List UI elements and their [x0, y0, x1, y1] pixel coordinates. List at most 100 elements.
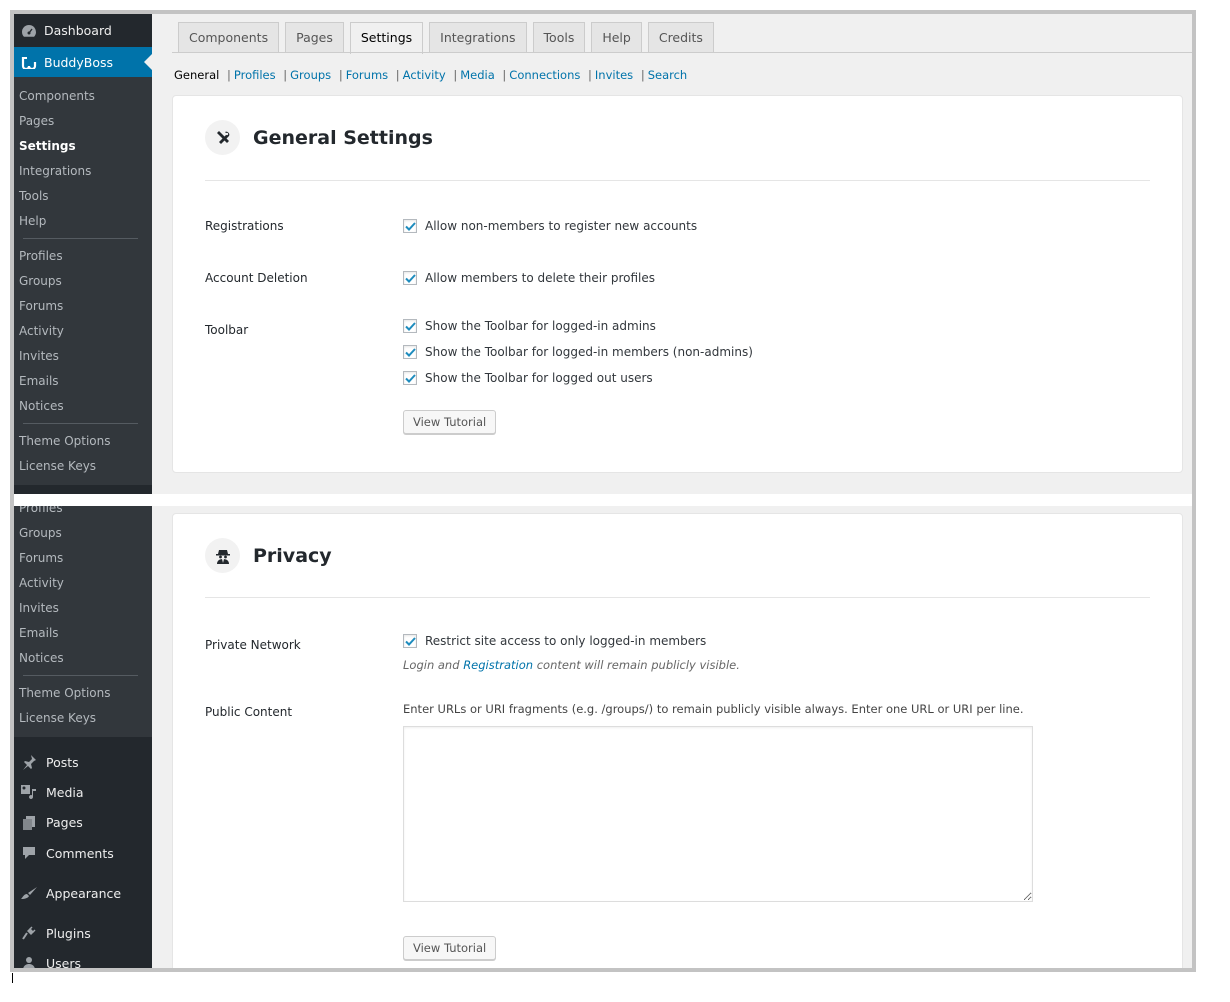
submenu-forums[interactable]: Forums: [18, 294, 152, 319]
submenu-license-keys[interactable]: License Keys: [18, 706, 152, 731]
toolbar-option-admins[interactable]: Show the Toolbar for logged-in admins: [403, 319, 656, 333]
menu-appearance[interactable]: Appearance: [14, 878, 152, 908]
main-menu: Posts Media Pages Comments Appearance Pl…: [14, 737, 152, 968]
tab-settings[interactable]: Settings: [349, 22, 424, 54]
view-tutorial-button[interactable]: View Tutorial: [403, 936, 497, 960]
menu-spacer: [14, 908, 152, 918]
submenu-profiles[interactable]: Profiles: [18, 506, 152, 521]
tab-pages[interactable]: Pages: [285, 22, 344, 53]
subnav-search[interactable]: Search: [648, 68, 688, 82]
menu-media[interactable]: Media: [14, 777, 152, 807]
submenu-activity[interactable]: Activity: [18, 319, 152, 344]
menu-comments[interactable]: Comments: [14, 838, 152, 868]
registrations-option-label: Allow non-members to register new accoun…: [425, 219, 698, 233]
subnav-invites[interactable]: Invites: [595, 68, 633, 82]
subnav-profiles[interactable]: Profiles: [234, 68, 276, 82]
submenu-notices[interactable]: Notices: [18, 394, 152, 419]
spy-icon: [205, 538, 240, 573]
submenu-profiles[interactable]: Profiles: [18, 244, 152, 269]
submenu-help[interactable]: Help: [18, 209, 152, 234]
submenu-components[interactable]: Components: [18, 84, 152, 109]
privacy-card: Privacy Private Network Restrict site ac…: [172, 513, 1183, 968]
subnav-connections[interactable]: Connections: [509, 68, 580, 82]
toolbar-label: Toolbar: [205, 323, 249, 337]
private-network-option-label: Restrict site access to only logged-in m…: [425, 634, 707, 648]
account-deletion-checkbox[interactable]: [403, 271, 417, 285]
main-content: Privacy Private Network Restrict site ac…: [152, 506, 1192, 968]
registrations-checkbox[interactable]: [403, 219, 417, 233]
text-cursor: [12, 973, 13, 983]
private-network-checkbox[interactable]: [403, 634, 417, 648]
dashboard-icon: [18, 22, 40, 40]
menu-users[interactable]: Users: [14, 948, 152, 968]
top-screenshot-panel: Dashboard BuddyBoss Components Pages Set…: [14, 14, 1192, 494]
submenu-emails[interactable]: Emails: [18, 621, 152, 646]
tab-components[interactable]: Components: [178, 22, 280, 53]
view-tutorial-button[interactable]: View Tutorial: [403, 410, 497, 434]
card-header: General Settings: [205, 120, 433, 155]
tabs-baseline: [172, 52, 1192, 53]
window-frame: [1192, 10, 1196, 972]
submenu-license-keys[interactable]: License Keys: [18, 454, 152, 479]
toolbar-logged-out-checkbox[interactable]: [403, 371, 417, 385]
tab-integrations[interactable]: Integrations: [429, 22, 527, 53]
submenu-invites[interactable]: Invites: [18, 596, 152, 621]
subnav-general[interactable]: General: [174, 68, 219, 82]
desc-suffix: content will remain publicly visible.: [533, 658, 740, 672]
menu-posts[interactable]: Posts: [14, 747, 152, 777]
subnav-separator: |: [588, 68, 592, 82]
menu-dashboard-label: Dashboard: [44, 23, 112, 38]
subnav-activity[interactable]: Activity: [403, 68, 446, 82]
subnav-groups[interactable]: Groups: [290, 68, 331, 82]
menu-users-label: Users: [46, 955, 82, 969]
submenu-notices[interactable]: Notices: [18, 646, 152, 671]
menu-comments-label: Comments: [46, 845, 114, 861]
card-divider: [205, 180, 1150, 181]
menu-appearance-label: Appearance: [46, 885, 122, 901]
submenu-invites[interactable]: Invites: [18, 344, 152, 369]
submenu-groups[interactable]: Groups: [18, 269, 152, 294]
menu-spacer: [14, 868, 152, 878]
subnav-media[interactable]: Media: [460, 68, 495, 82]
tab-credits[interactable]: Credits: [647, 22, 714, 53]
toolbar-admins-checkbox[interactable]: [403, 319, 417, 333]
submenu-pages[interactable]: Pages: [18, 109, 152, 134]
private-network-option[interactable]: Restrict site access to only logged-in m…: [403, 634, 706, 648]
tab-help[interactable]: Help: [591, 22, 642, 53]
submenu-tools[interactable]: Tools: [18, 184, 152, 209]
public-content-textarea[interactable]: [403, 726, 1033, 902]
submenu-divider: [23, 423, 138, 424]
nav-tabs: Components Pages Settings Integrations T…: [178, 22, 720, 54]
user-icon: [18, 955, 40, 968]
submenu-activity[interactable]: Activity: [18, 571, 152, 596]
toolbar-admins-label: Show the Toolbar for logged-in admins: [425, 319, 656, 333]
public-content-input[interactable]: [404, 727, 1032, 901]
general-settings-card: General Settings Registrations Allow non…: [172, 95, 1183, 473]
account-deletion-option[interactable]: Allow members to delete their profiles: [403, 271, 655, 285]
tab-tools[interactable]: Tools: [532, 22, 586, 53]
submenu-forums[interactable]: Forums: [18, 546, 152, 571]
submenu-settings[interactable]: Settings: [18, 134, 152, 159]
submenu-theme-options[interactable]: Theme Options: [18, 681, 152, 706]
toolbar-option-logged-out[interactable]: Show the Toolbar for logged out users: [403, 371, 653, 385]
card-divider: [205, 597, 1150, 598]
registration-link[interactable]: Registration: [463, 658, 533, 672]
registrations-option[interactable]: Allow non-members to register new accoun…: [403, 219, 697, 233]
toolbar-members-checkbox[interactable]: [403, 345, 417, 359]
pages-icon: [18, 815, 40, 831]
menu-dashboard[interactable]: Dashboard: [14, 14, 152, 47]
menu-media-label: Media: [46, 784, 84, 800]
submenu-emails[interactable]: Emails: [18, 369, 152, 394]
submenu-theme-options[interactable]: Theme Options: [18, 429, 152, 454]
subnav-forums[interactable]: Forums: [346, 68, 388, 82]
buddyboss-submenu: Components Pages Settings Integrations T…: [14, 77, 152, 479]
menu-buddyboss[interactable]: BuddyBoss: [14, 47, 152, 77]
menu-plugins[interactable]: Plugins: [14, 918, 152, 948]
submenu-integrations[interactable]: Integrations: [18, 159, 152, 184]
menu-pages[interactable]: Pages: [14, 807, 152, 838]
toolbar-option-members[interactable]: Show the Toolbar for logged-in members (…: [403, 345, 753, 359]
submenu-groups[interactable]: Groups: [18, 521, 152, 546]
subnav-separator: |: [640, 68, 645, 82]
main-content: Components Pages Settings Integrations T…: [152, 14, 1192, 494]
submenu-divider: [23, 675, 138, 676]
